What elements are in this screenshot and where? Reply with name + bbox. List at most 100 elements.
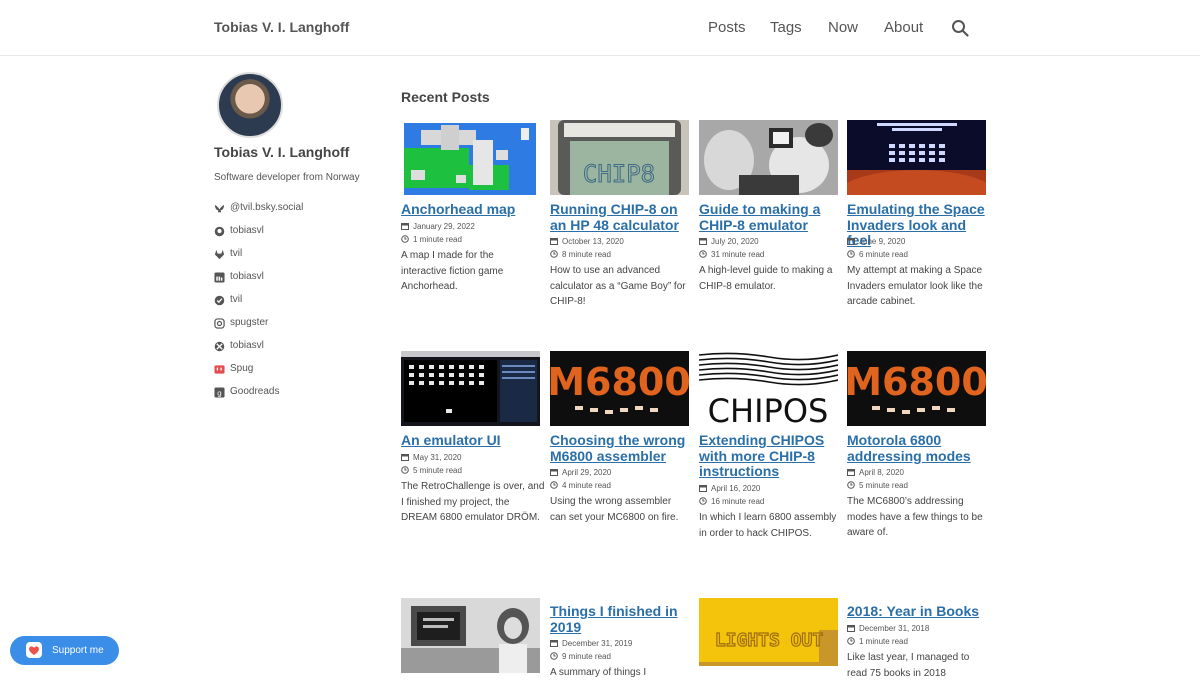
- nav-tags[interactable]: Tags: [770, 19, 802, 36]
- social-label: tobiasvl: [230, 271, 264, 282]
- social-link-keybase[interactable]: tvil: [214, 294, 364, 308]
- nav-about[interactable]: About: [884, 19, 923, 36]
- instagram-icon: [214, 318, 225, 329]
- clock-icon: [699, 250, 707, 258]
- clock-icon: [401, 235, 409, 243]
- post-readtime: 5 minute read: [847, 481, 908, 490]
- post-thumbnail[interactable]: CHIPOS: [699, 351, 838, 426]
- xbox-icon: [214, 341, 225, 352]
- social-label: @tvil.bsky.social: [230, 202, 304, 213]
- post-thumbnail[interactable]: LIGHTS OUT: [699, 598, 838, 673]
- support-label: Support me: [52, 645, 104, 656]
- post-thumbnail[interactable]: [401, 351, 540, 426]
- post-readtime: 5 minute read: [401, 466, 462, 475]
- author-avatar: [217, 72, 283, 138]
- thumb-text: CHIP8: [583, 160, 655, 188]
- social-label: tobiasvl: [230, 340, 264, 351]
- github-icon: [214, 226, 225, 237]
- social-link-xbox[interactable]: tobiasvl: [214, 340, 364, 354]
- post-title[interactable]: Motorola 6800 addressing modes: [847, 432, 989, 464]
- calendar-icon: [550, 640, 558, 647]
- social-link-instagram[interactable]: spugster: [214, 317, 364, 331]
- calendar-icon: [401, 454, 409, 461]
- post-summary: Like last year, I managed to read 75 boo…: [847, 652, 970, 679]
- post-summary: Using the wrong assembler can set your M…: [550, 496, 679, 523]
- clock-icon: [847, 637, 855, 645]
- post-title[interactable]: Running CHIP-8 on an HP 48 calculator: [550, 201, 692, 233]
- post-summary: A high-level guide to making a CHIP-8 em…: [699, 265, 833, 292]
- post-title[interactable]: An emulator UI: [401, 432, 543, 449]
- post-thumbnail[interactable]: [699, 120, 838, 195]
- post-summary: A map I made for the interactive fiction…: [401, 250, 504, 292]
- calendar-icon: [550, 469, 558, 476]
- kofi-icon: [26, 642, 42, 658]
- post-thumbnail[interactable]: [401, 120, 540, 195]
- post-thumbnail[interactable]: M6800: [550, 351, 689, 426]
- social-label: spugster: [230, 317, 269, 328]
- thumb-text: CHIPOS: [708, 392, 829, 426]
- social-label: Goodreads: [230, 386, 280, 397]
- post-title[interactable]: Anchorhead map: [401, 201, 543, 218]
- nav-posts[interactable]: Posts: [708, 19, 746, 36]
- post-readtime: 6 minute read: [847, 250, 908, 259]
- clock-icon: [699, 497, 707, 505]
- social-link-twitch[interactable]: Spug: [214, 363, 364, 377]
- support-me-button[interactable]: Support me: [10, 636, 119, 665]
- calendar-icon: [550, 238, 558, 245]
- site-title[interactable]: Tobias V. I. Langhoff: [214, 19, 349, 35]
- post-thumbnail[interactable]: [401, 598, 540, 673]
- post-title[interactable]: 2018: Year in Books: [847, 603, 989, 620]
- post-date: December 31, 2018: [847, 624, 929, 633]
- post-readtime: 8 minute read: [550, 250, 611, 259]
- social-label: tvil: [230, 248, 243, 259]
- social-label: tvil: [230, 294, 243, 305]
- bluesky-icon: [214, 204, 225, 213]
- thumb-text: M6800: [550, 360, 689, 404]
- social-link-bluesky[interactable]: @tvil.bsky.social: [214, 202, 364, 216]
- social-label: tobiasvl: [230, 225, 264, 236]
- calendar-icon: [847, 238, 855, 245]
- post-title[interactable]: Choosing the wrong M6800 assembler: [550, 432, 692, 464]
- linkedin-icon: [214, 272, 225, 283]
- post-date: December 31, 2019: [550, 639, 632, 648]
- post-readtime: 1 minute read: [401, 235, 462, 244]
- post-title[interactable]: Things I finished in 2019: [550, 603, 692, 635]
- post-readtime: 31 minute read: [699, 250, 764, 259]
- clock-icon: [847, 250, 855, 258]
- section-title: Recent Posts: [401, 89, 490, 105]
- search-icon[interactable]: [951, 19, 969, 37]
- clock-icon: [550, 250, 558, 258]
- post-thumbnail[interactable]: [847, 120, 986, 195]
- social-link-gitlab[interactable]: tvil: [214, 248, 364, 262]
- social-link-goodreads[interactable]: g Goodreads: [214, 386, 364, 400]
- post-summary: A summary of things I: [550, 667, 647, 678]
- post-title[interactable]: Guide to making a CHIP-8 emulator: [699, 201, 841, 233]
- post-date: January 29, 2022: [401, 222, 475, 231]
- nav-now[interactable]: Now: [828, 19, 858, 36]
- calendar-icon: [699, 238, 707, 245]
- clock-icon: [550, 481, 558, 489]
- post-date: July 20, 2020: [699, 237, 759, 246]
- twitch-icon: [214, 365, 225, 374]
- social-label: Spug: [230, 363, 254, 374]
- post-thumbnail[interactable]: M6800: [847, 351, 986, 426]
- thumb-text: M6800: [847, 360, 986, 404]
- social-link-github[interactable]: tobiasvl: [214, 225, 364, 239]
- calendar-icon: [401, 223, 409, 230]
- clock-icon: [401, 466, 409, 474]
- calendar-icon: [699, 485, 707, 492]
- post-summary: My attempt at making a Space Invaders em…: [847, 265, 983, 307]
- post-thumbnail[interactable]: CHIP8: [550, 120, 689, 195]
- post-date: June 9, 2020: [847, 237, 905, 246]
- top-navbar: Tobias V. I. Langhoff Posts Tags Now Abo…: [0, 0, 1200, 56]
- post-summary: The RetroChallenge is over, and I finish…: [401, 481, 545, 523]
- social-link-linkedin[interactable]: tobiasvl: [214, 271, 364, 285]
- calendar-icon: [847, 625, 855, 632]
- clock-icon: [550, 652, 558, 660]
- post-summary: How to use an advanced calculator as a “…: [550, 265, 686, 307]
- calendar-icon: [847, 469, 855, 476]
- post-date: April 16, 2020: [699, 484, 760, 493]
- post-date: May 31, 2020: [401, 453, 461, 462]
- post-title[interactable]: Extending CHIPOS with more CHIP-8 instru…: [699, 432, 841, 480]
- post-readtime: 4 minute read: [550, 481, 611, 490]
